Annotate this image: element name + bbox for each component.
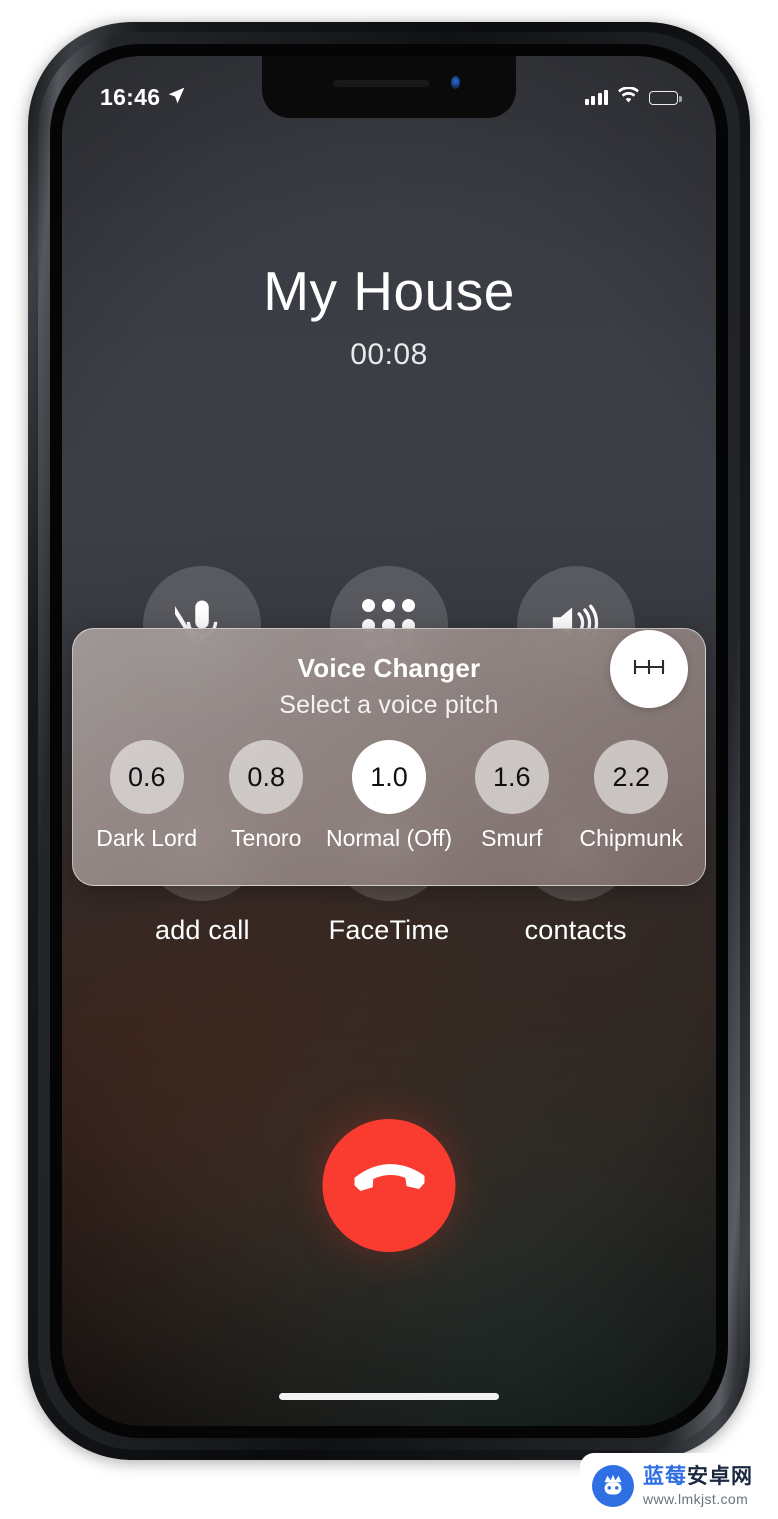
pitch-option-label: Tenoro <box>231 825 302 851</box>
android-crown-logo-icon <box>592 1465 634 1507</box>
status-bar-left: 16:46 <box>100 84 187 111</box>
end-call-button[interactable] <box>322 1119 456 1252</box>
watermark-brand-part2: 安卓网 <box>687 1465 753 1488</box>
callee-name: My House <box>263 260 515 322</box>
call-action-label: FaceTime <box>328 915 450 945</box>
pitch-value-bubble[interactable]: 0.6 <box>109 740 184 814</box>
call-action-label: contacts <box>524 915 627 945</box>
voice-pitch-option-normal[interactable]: 1.0 Normal (Off) <box>326 740 452 852</box>
end-call-handset-icon <box>352 1148 426 1223</box>
watermark-url: www.lmkjst.com <box>643 1491 749 1507</box>
pitch-option-label: Dark Lord <box>96 825 198 851</box>
battery-icon <box>649 90 682 105</box>
call-header: My House 00:08 <box>62 261 716 372</box>
watermark-brand-part1: 蓝莓 <box>643 1465 687 1488</box>
pitch-value-bubble-selected[interactable]: 1.0 <box>352 740 426 814</box>
watermark-brand: 蓝莓安卓网 <box>643 1466 753 1487</box>
pitch-value-bubble[interactable]: 0.8 <box>229 740 304 814</box>
status-bar: 16:46 <box>62 84 716 111</box>
watermark-text: 蓝莓安卓网 www.lmkjst.com <box>643 1466 753 1506</box>
pitch-value-bubble[interactable]: 2.2 <box>594 740 669 814</box>
phone-screen: 16:46 My House 00:08 add call FaceTime c… <box>62 56 716 1426</box>
pitch-value-bubble[interactable]: 1.6 <box>474 740 549 814</box>
watermark: 蓝莓安卓网 www.lmkjst.com <box>580 1453 778 1519</box>
status-bar-time: 16:46 <box>100 84 161 110</box>
voice-changer-subtitle: Select a voice pitch <box>279 691 499 719</box>
pitch-slider-icon <box>631 656 667 683</box>
home-indicator[interactable] <box>279 1393 499 1400</box>
voice-changer-header: Voice Changer Select a voice pitch <box>73 629 705 720</box>
voice-pitch-option-smurf[interactable]: 1.6 Smurf <box>452 740 571 852</box>
location-arrow-icon <box>166 85 187 111</box>
pitch-option-label: Normal (Off) <box>325 825 453 851</box>
status-bar-right <box>584 85 682 109</box>
voice-pitch-option-dark-lord[interactable]: 0.6 Dark Lord <box>87 740 206 852</box>
end-call-container <box>322 1119 456 1252</box>
call-duration: 00:08 <box>350 337 428 371</box>
wifi-icon <box>617 85 640 109</box>
voice-pitch-options: 0.6 Dark Lord 0.8 Tenoro 1.0 Normal (Off… <box>73 740 705 852</box>
pitch-option-label: Smurf <box>481 825 543 851</box>
voice-pitch-option-tenoro[interactable]: 0.8 Tenoro <box>206 740 325 852</box>
pitch-adjust-button[interactable] <box>610 630 688 708</box>
cellular-signal-icon <box>584 90 608 105</box>
voice-pitch-option-chipmunk[interactable]: 2.2 Chipmunk <box>572 740 691 852</box>
voice-changer-panel: Voice Changer Select a voice pitch 0.6 D… <box>72 628 706 886</box>
pitch-option-label: Chipmunk <box>579 825 684 851</box>
call-action-label: add call <box>154 915 250 945</box>
